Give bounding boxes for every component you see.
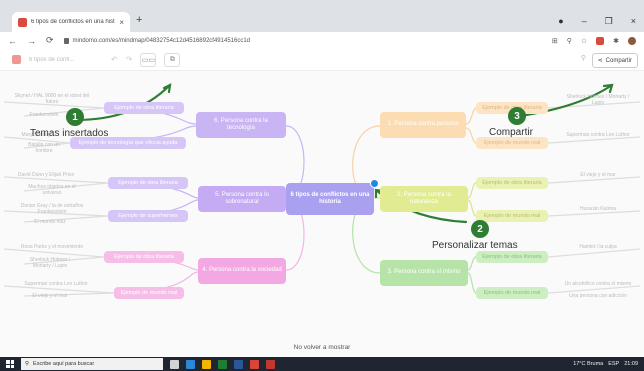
translate-icon[interactable]: ⊞	[552, 37, 558, 45]
topic-5[interactable]: 5. Persona contra lo sobrenatural	[198, 186, 286, 212]
lock-icon	[63, 37, 69, 44]
taskbar-search-input[interactable]: ⚲ Escribe aquí para buscar	[21, 358, 163, 370]
leaf-item[interactable]: El mundo feliz	[20, 218, 80, 226]
excel-icon[interactable]	[218, 359, 227, 369]
redo-icon[interactable]: ↷	[126, 55, 133, 64]
annotation-temas-insertados: Temas insertados	[30, 128, 109, 139]
subtopic-obra-literaria[interactable]: Ejemplo de obra literaria	[476, 251, 548, 263]
maximize-button[interactable]: ❐	[605, 16, 613, 27]
acrobat-icon[interactable]	[266, 359, 275, 369]
search-icon[interactable]: ⚲	[581, 54, 586, 62]
share-label: Compartir	[605, 57, 632, 64]
central-topic[interactable]: 6 tipos de conflictos en una historia	[286, 183, 374, 215]
subtopic-obra-literaria[interactable]: Ejemplo de obra literaria	[108, 177, 188, 189]
leaf-item[interactable]: Batalla con un hombre	[20, 142, 68, 154]
leaf-item[interactable]: David Dunn y Elijah Price	[4, 171, 88, 179]
close-window-button[interactable]: ×	[631, 16, 636, 27]
extension-icon[interactable]	[596, 36, 605, 45]
address-bar[interactable]: mindomo.com/es/mindmap/04832754c12d45168…	[63, 37, 542, 44]
file-explorer-icon[interactable]	[202, 359, 211, 369]
tab-title: 6 tipos de conflictos en una hist...	[31, 19, 116, 25]
leaf-item[interactable]: Huracán Katrina	[556, 205, 640, 213]
mindomo-logo-icon[interactable]	[12, 55, 21, 64]
topic-6[interactable]: 6. Persona contra la tecnología	[196, 112, 286, 138]
leaf-item[interactable]: Hamlet / la culpa	[556, 243, 640, 251]
word-icon[interactable]	[234, 359, 243, 369]
minimize-button[interactable]: –	[582, 16, 587, 27]
topic-1[interactable]: 1. Persona contra persona	[380, 112, 466, 138]
app-toolbar: 6 tipos de confl... ↶ ↷ ▭▭ ⧉	[0, 49, 644, 71]
annotation-badge-3: 3	[508, 107, 526, 125]
theme-button[interactable]: ⧉	[164, 52, 181, 67]
subtopic-obra-literaria[interactable]: Ejemplo de obra literaria	[104, 251, 184, 263]
leaf-item[interactable]: Skynet / HAL 9000 en el robot del futuro	[4, 93, 100, 105]
zoom-icon[interactable]: ⚲	[567, 37, 572, 45]
leaf-item[interactable]: Una persona con adicción	[556, 292, 640, 300]
search-icon: ⚲	[25, 361, 30, 367]
avatar[interactable]	[628, 36, 636, 45]
tab-bar: 6 tipos de conflictos en una hist... × +…	[0, 8, 644, 32]
insert-topic-button[interactable]: ▭▭	[140, 52, 157, 67]
not-show-again-link[interactable]: No volver a mostrar	[0, 344, 644, 351]
subtopic-superheroes[interactable]: Ejemplo de superhéroes	[108, 210, 188, 222]
share-icon: ⋖	[597, 58, 603, 64]
chrome-icon[interactable]	[250, 359, 259, 369]
back-icon[interactable]: ←	[8, 36, 17, 46]
subtopic-mundo-real[interactable]: Ejemplo de mundo real	[476, 287, 548, 299]
subtopic-mundo-real[interactable]: Ejemplo de mundo real	[476, 210, 548, 222]
forward-icon[interactable]: →	[27, 36, 36, 46]
window-controls: ● – ❐ ×	[558, 16, 636, 27]
undo-icon[interactable]: ↶	[111, 55, 118, 64]
subtopic-mundo-real[interactable]: Ejemplo de mundo real	[476, 137, 548, 149]
clock[interactable]: 21:09	[624, 361, 638, 367]
map-title[interactable]: 6 tipos de confl...	[29, 57, 103, 63]
annotation-compartir: Compartir	[489, 127, 533, 138]
subtopic-obra-literaria[interactable]: Ejemplo de obra literaria	[104, 102, 184, 114]
share-button[interactable]: ⋖ Compartir	[591, 53, 638, 68]
browser-toolbar: ← → ⟳ mindomo.com/es/mindmap/04832754c12…	[0, 32, 644, 49]
customize-theme-handle-icon[interactable]	[370, 179, 379, 188]
leaf-item[interactable]: Dorian Gray / la de extraños Frankenstei…	[4, 203, 100, 215]
leaf-item[interactable]: Sherlock Holmes / Moriarty / Lupin	[20, 257, 80, 269]
browser-tab[interactable]: 6 tipos de conflictos en una hist... ×	[12, 12, 130, 32]
topic-4[interactable]: 4. Persona contra la sociedad	[198, 258, 286, 284]
weather-text[interactable]: 17°C Bruma	[573, 361, 603, 367]
leaf-item[interactable]: Superman contra Lex Luthor	[556, 131, 640, 139]
leaf-item[interactable]: Muchos objetos en el universo	[20, 184, 84, 196]
windows-taskbar: ⚲ Escribe aquí para buscar 17°C Bruma ES…	[0, 357, 644, 371]
topic-2[interactable]: 2. Persona contra la naturaleza	[380, 186, 468, 212]
profile-icon[interactable]: ●	[558, 16, 563, 27]
new-tab-button[interactable]: +	[136, 14, 142, 26]
subtopic-mundo-real[interactable]: Ejemplo de mundo real	[114, 287, 184, 299]
taskbar-search-placeholder: Escribe aquí para buscar	[33, 361, 95, 367]
leaf-item[interactable]: Un alcohólico contra sí mismo	[556, 280, 640, 288]
leaf-item[interactable]: Sherlock Holmes / Moriarty / Lupin	[556, 94, 640, 106]
leaf-item[interactable]: Rosa Parks y el movimiento	[4, 243, 100, 251]
task-view-icon[interactable]	[170, 359, 179, 369]
leaf-item[interactable]: Frankenstein	[20, 111, 68, 119]
close-tab-icon[interactable]: ×	[119, 18, 124, 27]
annotation-badge-1: 1	[66, 108, 84, 126]
leaf-item[interactable]: El viejo y el mar	[556, 171, 640, 179]
system-tray: 17°C Bruma ESP 21:09	[573, 361, 638, 367]
annotation-personalizar-temas: Personalizar temas	[432, 240, 518, 251]
puzzle-icon[interactable]: ✱	[613, 37, 619, 45]
reload-icon[interactable]: ⟳	[46, 35, 54, 46]
bookmark-star-icon[interactable]: ☆	[581, 37, 587, 45]
windows-start-icon[interactable]	[6, 360, 14, 368]
extension-icons: ⊞ ⚲ ☆ ✱	[552, 36, 636, 45]
edge-icon[interactable]	[186, 359, 195, 369]
url-text: mindomo.com/es/mindmap/04832754c12d45168…	[72, 37, 251, 44]
mindomo-favicon-icon	[18, 17, 27, 27]
language-indicator[interactable]: ESP	[608, 361, 619, 367]
leaf-item[interactable]: El viejo y el mar	[20, 292, 80, 300]
leaf-item[interactable]: Superman contra Lex Luthor	[4, 280, 108, 288]
browser-chrome: 6 tipos de conflictos en una hist... × +…	[0, 0, 644, 49]
annotation-badge-2: 2	[471, 220, 489, 238]
topic-3[interactable]: 3. Persona contra sí mismo	[380, 260, 468, 286]
subtopic-obra-literaria[interactable]: Ejemplo de obra literaria	[476, 177, 548, 189]
